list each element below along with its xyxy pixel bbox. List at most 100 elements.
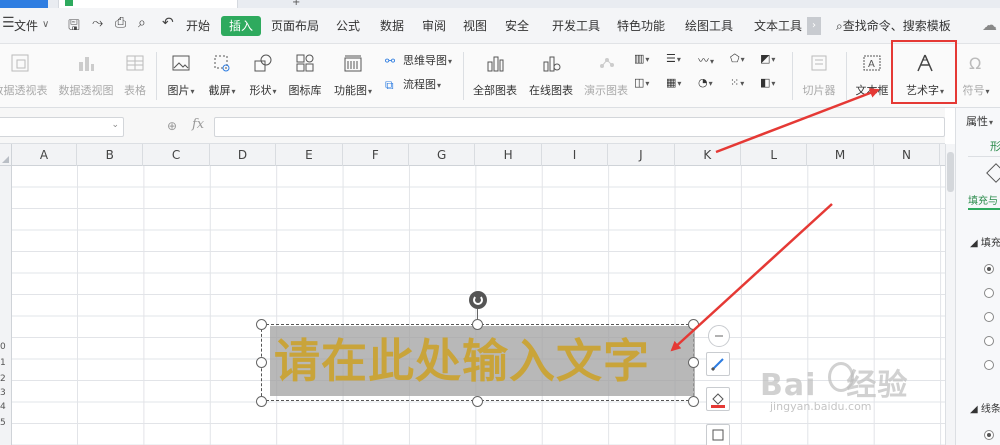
resize-handle-s[interactable] [472, 396, 483, 407]
vertical-scrollbar[interactable] [945, 144, 955, 445]
row-header[interactable]: 3 [0, 388, 12, 398]
area-chart-small[interactable]: ◩▾ [760, 52, 775, 65]
name-box[interactable]: ⌄ [0, 117, 124, 137]
wordart-text[interactable]: 请在此处输入文字 [270, 326, 695, 396]
column-header[interactable]: E [276, 144, 343, 166]
autosave-icon[interactable]: ⤳ [92, 15, 103, 31]
menu-start[interactable]: 开始 [186, 17, 210, 34]
resize-handle-ne[interactable] [688, 319, 699, 330]
resize-handle-se[interactable] [688, 396, 699, 407]
column-header[interactable]: D [210, 144, 277, 166]
preview-icon[interactable]: ⌕ [138, 15, 146, 31]
mind-map-button[interactable]: ⚯ 思维导图▾ [385, 52, 452, 68]
column-header[interactable]: I [542, 144, 609, 166]
menu-developer[interactable]: 开发工具 [552, 17, 600, 34]
table-button[interactable]: 表格 [121, 52, 149, 98]
more-tabs-arrow-icon[interactable]: › [807, 17, 821, 35]
column-header[interactable]: N [874, 144, 941, 166]
row-header[interactable]: 1 [0, 358, 12, 368]
row-header[interactable]: 2 [0, 374, 12, 384]
function-chart-button[interactable]: 功能图▾ [331, 52, 375, 98]
column-header[interactable]: H [475, 144, 542, 166]
menu-file[interactable]: 文件 [14, 17, 38, 34]
save-icon[interactable]: 🖫 [68, 15, 80, 39]
zoom-icon[interactable]: ⊕ [167, 119, 177, 133]
chevron-down-icon[interactable]: ⌄ [111, 120, 119, 130]
menu-drawing-tools[interactable]: 绘图工具 [685, 17, 733, 34]
menu-data[interactable]: 数据 [380, 17, 404, 34]
pivot-table-button[interactable]: 数据透视表 [0, 52, 48, 98]
all-charts-button[interactable]: 全部图表 [470, 52, 520, 98]
shapes-button[interactable]: 形状▾ [245, 52, 281, 98]
column-header[interactable]: F [343, 144, 409, 166]
fx-icon[interactable]: fx [192, 117, 204, 132]
fill-option-radio[interactable] [984, 336, 994, 346]
home-tab[interactable] [0, 0, 48, 8]
slicer-button[interactable]: 切片器 [799, 52, 839, 98]
flowchart-button[interactable]: ⧉ 流程图▾ [385, 76, 441, 92]
new-tab-icon[interactable]: + [292, 0, 300, 8]
combo-chart-small[interactable]: ◧▾ [760, 76, 775, 89]
line-section-header[interactable]: ◢ 线条 [970, 400, 1000, 415]
screenshot-button[interactable]: 截屏▾ [204, 52, 240, 98]
column-header[interactable]: K [675, 144, 741, 166]
icon-library-button[interactable]: 图标库 [287, 52, 323, 98]
column-header[interactable]: C [143, 144, 210, 166]
cloud-icon[interactable]: ☁ [982, 16, 997, 34]
scroll-thumb[interactable] [947, 152, 954, 192]
resize-handle-nw[interactable] [256, 319, 267, 330]
command-search[interactable]: ⌕查找命令、搜索模板 [836, 17, 951, 34]
shape-options-tab[interactable]: 形 [990, 138, 1000, 154]
column-header[interactable]: G [409, 144, 476, 166]
fill-option-radio[interactable] [984, 312, 994, 322]
menu-security[interactable]: 安全 [505, 17, 529, 34]
fill-button[interactable] [706, 387, 730, 411]
print-icon[interactable]: ⎙ [115, 15, 126, 31]
fill-option-radio[interactable] [984, 264, 994, 274]
scatter-chart-small[interactable]: ⁙▾ [730, 76, 744, 89]
menu-review[interactable]: 审阅 [422, 17, 446, 34]
collapse-tools-button[interactable] [708, 325, 730, 347]
resize-handle-n[interactable] [472, 319, 483, 330]
fill-section-header[interactable]: ◢ 填充 [970, 234, 1000, 249]
menu-page-layout[interactable]: 页面布局 [271, 17, 319, 34]
bar-chart-small[interactable]: ☰▾ [666, 52, 681, 65]
textbox-button[interactable]: A 文本框 [852, 52, 892, 98]
row-header[interactable]: 0 [0, 342, 12, 352]
menu-text-tools[interactable]: 文本工具 [754, 17, 802, 34]
symbol-button[interactable]: Ω 符号▾ [956, 52, 996, 98]
property-pane-title[interactable]: 属性▾ [966, 113, 993, 129]
resize-handle-sw[interactable] [256, 396, 267, 407]
pie-chart-small[interactable]: ◔▾ [698, 76, 713, 89]
fill-option-radio[interactable] [984, 288, 994, 298]
outline-button[interactable] [706, 424, 730, 445]
fill-bucket-icon[interactable] [986, 163, 1000, 183]
demo-chart-button[interactable]: 演示图表 [581, 52, 631, 98]
radar-chart-small[interactable]: ⬠▾ [730, 52, 745, 65]
menu-formula[interactable]: 公式 [336, 17, 360, 34]
rotate-handle-icon[interactable] [469, 291, 487, 309]
select-all-corner[interactable] [0, 144, 12, 166]
stock-chart-small[interactable]: ▦▾ [666, 76, 681, 89]
chevron-down-icon[interactable]: ∨ [42, 19, 49, 30]
picture-button[interactable]: 图片▾ [163, 52, 199, 98]
fill-option-radio[interactable] [984, 360, 994, 370]
hamburger-icon[interactable]: ☰ [2, 15, 15, 31]
column-chart-small[interactable]: ▥▾ [634, 52, 649, 65]
line-option-radio[interactable] [984, 430, 994, 440]
row-header[interactable]: 4 [0, 402, 12, 412]
column-header[interactable]: J [608, 144, 675, 166]
menu-special[interactable]: 特色功能 [617, 17, 665, 34]
map-chart-small[interactable]: ◫▾ [634, 76, 649, 89]
online-chart-button[interactable]: 在线图表 [526, 52, 576, 98]
column-header[interactable]: M [807, 144, 874, 166]
column-header[interactable]: B [77, 144, 144, 166]
pivot-chart-button[interactable]: 数据透视图 [58, 52, 114, 98]
menu-view[interactable]: 视图 [463, 17, 487, 34]
style-brush-button[interactable] [706, 352, 730, 376]
line-chart-small[interactable]: 〰▾ [698, 52, 714, 68]
resize-handle-w[interactable] [256, 357, 267, 368]
undo-icon[interactable]: ↶ [162, 15, 174, 31]
column-header[interactable]: L [741, 144, 808, 166]
row-header[interactable]: 5 [0, 418, 12, 428]
